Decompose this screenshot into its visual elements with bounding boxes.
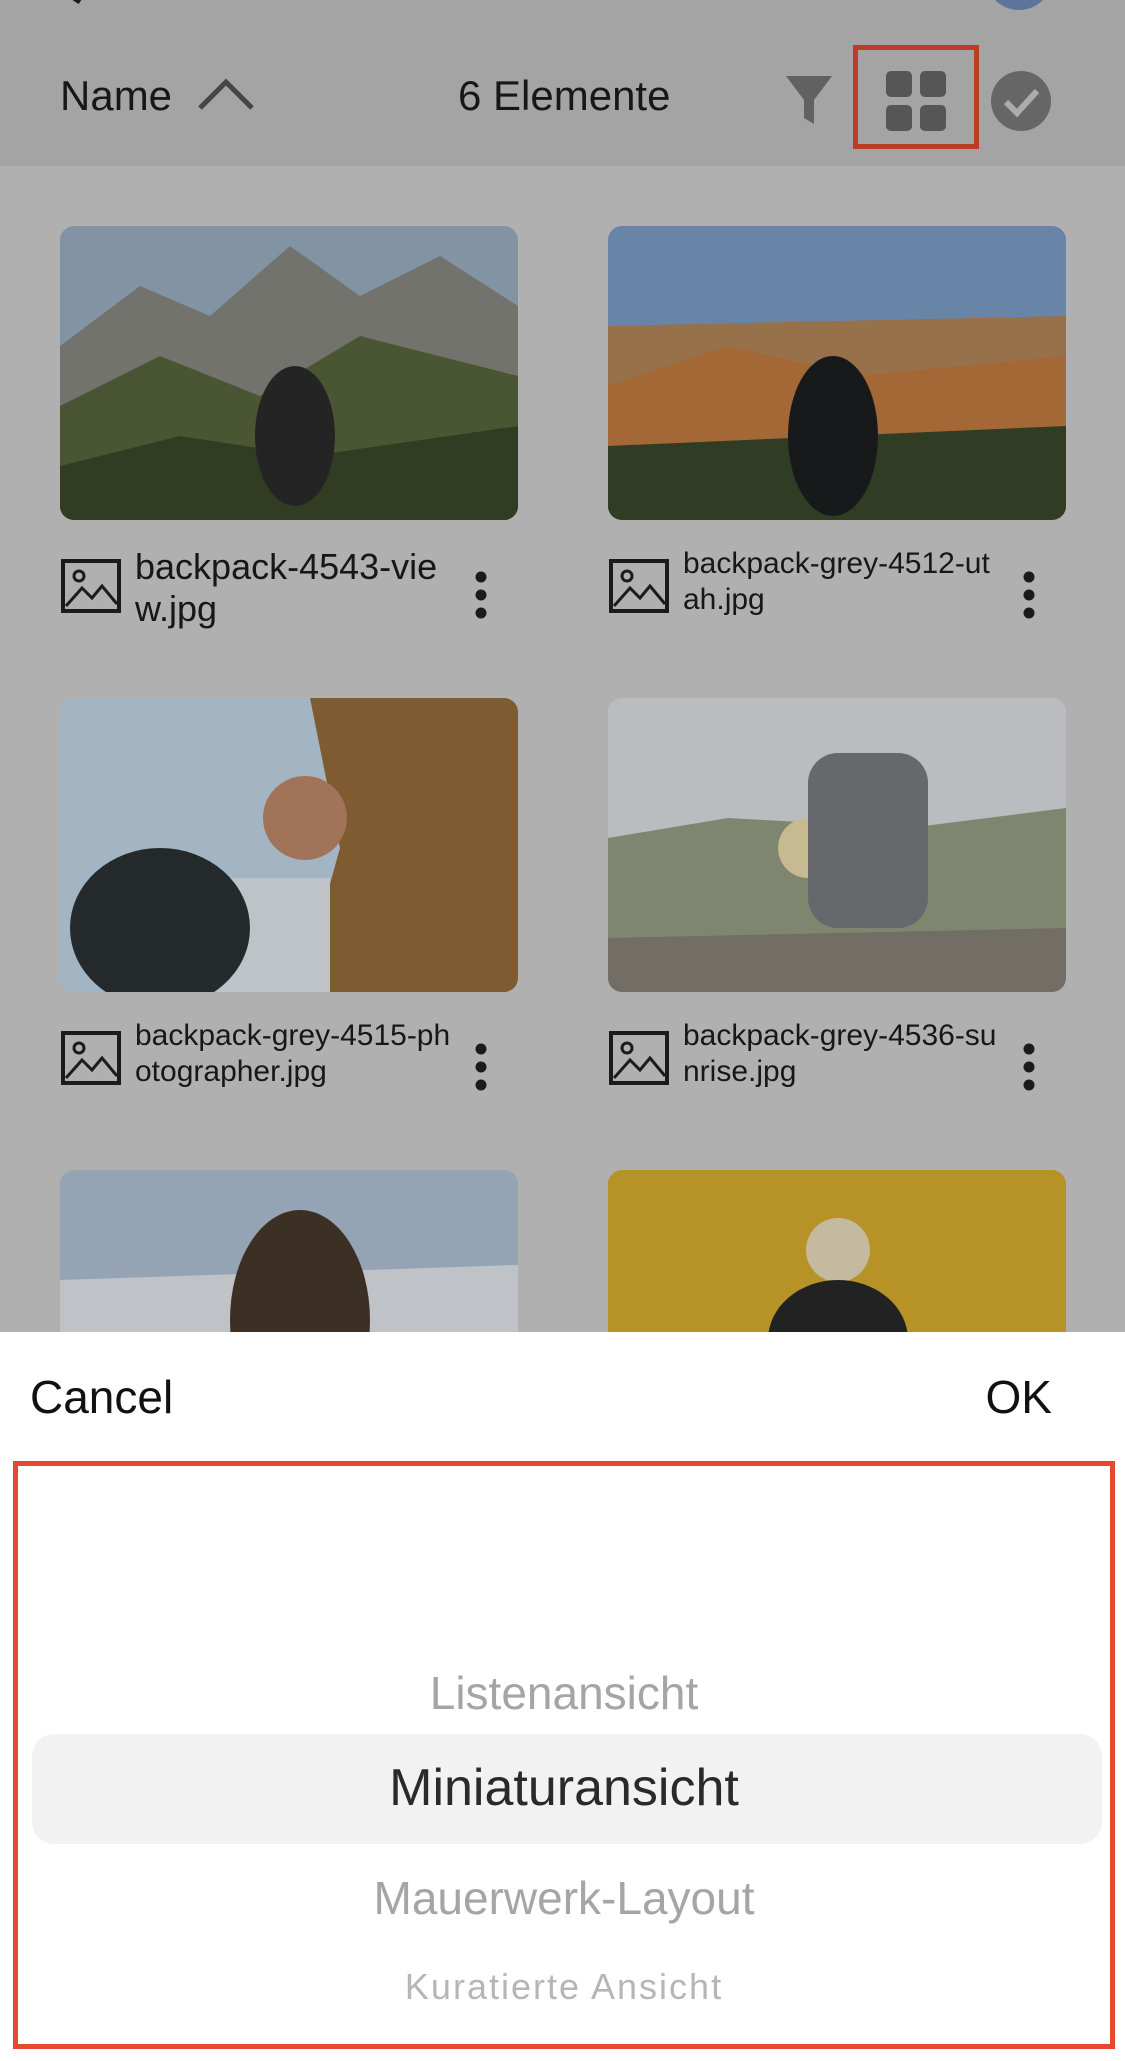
- file-card[interactable]: backpack-grey-4536-sunrise.jpg: [608, 698, 1066, 1116]
- option-list-view[interactable]: Listenansicht: [18, 1666, 1110, 1720]
- filter-icon[interactable]: [784, 72, 834, 128]
- more-options-icon[interactable]: [474, 570, 488, 620]
- image-file-icon: [609, 559, 669, 613]
- file-name: backpack-grey-4512-utah.jpg: [683, 547, 990, 616]
- file-card[interactable]: [60, 1170, 518, 1336]
- file-card[interactable]: [608, 1170, 1066, 1336]
- image-file-icon: [61, 559, 121, 613]
- back-arrow-icon[interactable]: [60, 0, 110, 4]
- file-thumbnail[interactable]: [608, 698, 1066, 992]
- file-card[interactable]: backpack-grey-4515-photographer.jpg: [60, 698, 518, 1116]
- file-thumbnail[interactable]: [60, 1170, 518, 1336]
- image-file-icon: [61, 1031, 121, 1085]
- file-name: backpack-grey-4515-photographer.jpg: [135, 1019, 451, 1088]
- sort-ascending-chevron-icon[interactable]: [196, 74, 256, 114]
- option-thumbnail-view[interactable]: Miniaturansicht: [18, 1758, 1110, 1818]
- view-mode-picker-sheet: Cancel OK Listenansicht Miniaturansicht …: [0, 1332, 1125, 2061]
- image-file-icon: [609, 1031, 669, 1085]
- file-thumbnail[interactable]: [608, 226, 1066, 520]
- top-toolbar: Name 6 Elemente: [0, 0, 1125, 166]
- file-thumbnail[interactable]: [60, 226, 518, 520]
- sort-by-label[interactable]: Name: [60, 72, 172, 120]
- select-mode-check-icon[interactable]: [990, 70, 1052, 132]
- item-count: 6 Elemente: [458, 72, 671, 119]
- file-grid: backpack-4543-view.jpg backpack-grey-451…: [0, 166, 1125, 1336]
- file-thumbnail[interactable]: [60, 698, 518, 992]
- more-options-icon[interactable]: [474, 1042, 488, 1092]
- file-name: backpack-grey-4536-sunrise.jpg: [683, 1019, 997, 1088]
- more-options-icon[interactable]: [1022, 1042, 1036, 1092]
- avatar[interactable]: [985, 0, 1053, 10]
- file-card[interactable]: backpack-grey-4512-utah.jpg: [608, 226, 1066, 644]
- view-mode-grid-button[interactable]: [853, 45, 979, 149]
- option-masonry-layout[interactable]: Mauerwerk-Layout: [18, 1871, 1110, 1925]
- cancel-button[interactable]: Cancel: [30, 1370, 173, 1424]
- file-card[interactable]: backpack-4543-view.jpg: [60, 226, 518, 644]
- view-mode-picker-wheel[interactable]: Listenansicht Miniaturansicht Mauerwerk-…: [13, 1461, 1115, 2049]
- file-thumbnail[interactable]: [608, 1170, 1066, 1336]
- ok-button[interactable]: OK: [986, 1370, 1052, 1424]
- grid-icon: [886, 71, 946, 131]
- more-options-icon[interactable]: [1022, 570, 1036, 620]
- file-name: backpack-4543-view.jpg: [135, 546, 438, 629]
- option-curated-view[interactable]: Kuratierte Ansicht: [18, 1966, 1110, 2008]
